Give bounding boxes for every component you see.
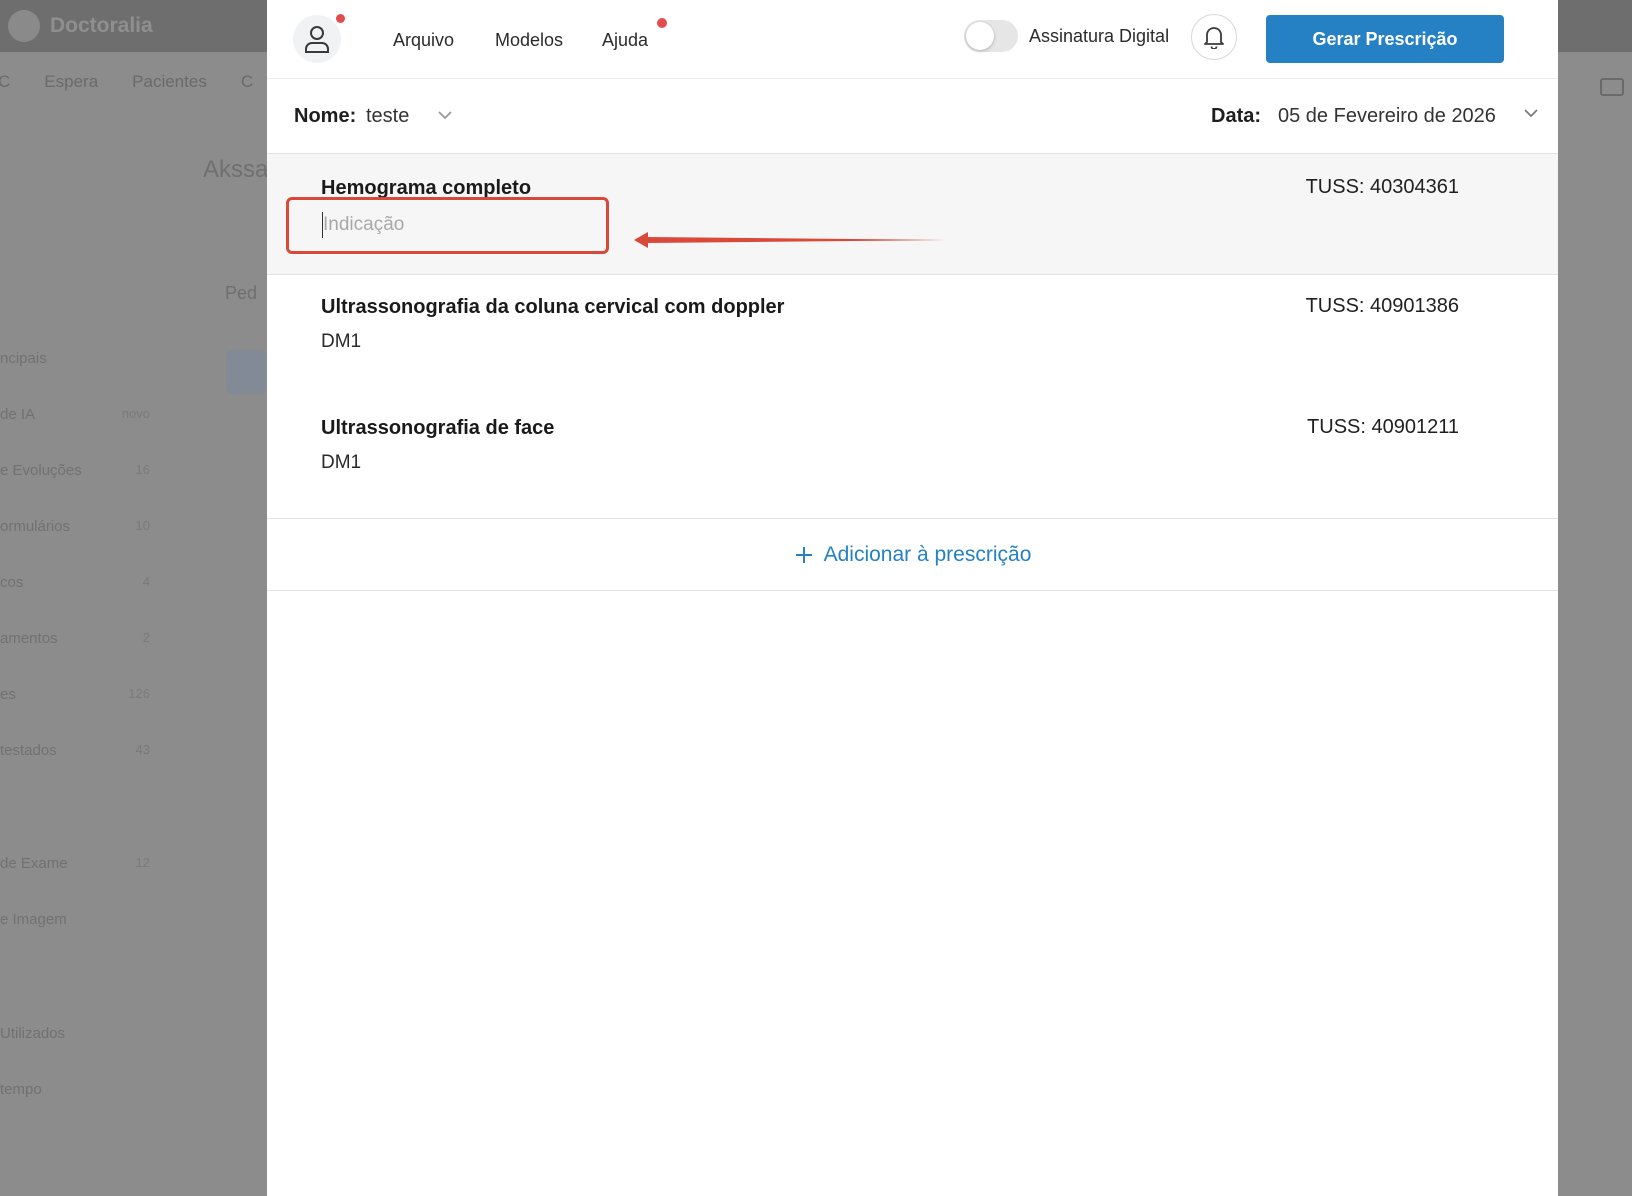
notification-dot [336,14,345,23]
background-sidebar-item: testados 43 [0,742,150,759]
exam-tuss-code: TUSS: 40901386 [1305,295,1459,317]
exam-title: Ultrassonografia de face [321,417,555,439]
background-sidebar-item: e Evoluções 16 [0,462,150,479]
chevron-down-icon[interactable] [1519,101,1543,125]
bell-icon [1204,27,1224,49]
date-value[interactable]: 05 de Fevereiro de 2026 [1278,105,1496,128]
exam-item[interactable]: Ultrassonografia da coluna cervical com … [267,275,1558,395]
background-sidebar-item: de IA novo [0,406,150,423]
background-section-label: Ped [225,283,258,303]
annotation-arrow-icon [634,232,946,248]
exam-indication[interactable]: DM1 [321,331,361,353]
chevron-down-icon[interactable] [433,103,457,127]
exam-item[interactable]: Ultrassonografia de face TUSS: 40901211 … [267,395,1558,515]
date-label: Data: [1211,105,1262,127]
background-icon [1600,78,1624,96]
background-sidebar-item: es 126 [0,686,150,703]
toggle-knob [966,22,994,50]
background-nav-item: C [0,72,11,91]
prescription-info-bar: Nome: teste Data: 05 de Fevereiro de 202… [267,79,1558,154]
background-nav-item: Pacientes [132,72,207,91]
modal-header: Arquivo Modelos Ajuda Assinatura Digital… [267,0,1558,79]
background-logo: Doctoralia [8,10,153,42]
digital-signature-label: Assinatura Digital [1029,26,1170,46]
divider [267,518,1558,519]
add-to-prescription-button[interactable]: Adicionar à prescrição [267,520,1558,590]
background-button [226,350,266,394]
digital-signature-toggle[interactable] [964,20,1018,52]
plus-icon [795,547,812,563]
background-brand: Doctoralia [50,14,153,37]
annotation-highlight-box [286,197,609,254]
generate-prescription-button[interactable]: Gerar Prescrição [1266,15,1504,63]
logo-icon [8,10,40,42]
user-icon [305,26,329,53]
exam-tuss-code: TUSS: 40901211 [1307,416,1459,438]
prescription-modal: Arquivo Modelos Ajuda Assinatura Digital… [267,0,1558,1196]
menu-modelos[interactable]: Modelos [495,30,563,51]
divider [267,590,1558,591]
menu-ajuda[interactable]: Ajuda [602,30,648,51]
background-sidebar-item: e Imagem [0,911,67,928]
exam-indication[interactable]: DM1 [321,452,361,474]
background-sidebar-item: de Exame 12 [0,855,150,872]
background-nav: C Espera Pacientes C [0,72,253,92]
background-nav-item: C [240,72,254,91]
background-sidebar-item: ncipais [0,350,47,367]
background-sidebar-item: ormulários 10 [0,518,150,535]
notification-dot [657,18,667,28]
name-value[interactable]: teste [366,105,409,128]
background-patient-name: Akssa [203,156,269,183]
background-sidebar-item: tempo [0,1081,42,1098]
background-sidebar-item: cos 4 [0,574,150,591]
notifications-button[interactable] [1191,14,1237,60]
name-label: Nome: [294,105,357,127]
menu-arquivo[interactable]: Arquivo [393,30,454,51]
background-sidebar-item: Utilizados [0,1025,66,1042]
background-sidebar-item: amentos 2 [0,630,150,647]
background-nav-item: Espera [44,72,99,91]
user-avatar[interactable] [293,15,341,63]
add-to-prescription-label: Adicionar à prescrição [823,543,1032,566]
exam-title: Ultrassonografia da coluna cervical com … [321,296,785,318]
exam-tuss-code: TUSS: 40304361 [1305,176,1459,198]
